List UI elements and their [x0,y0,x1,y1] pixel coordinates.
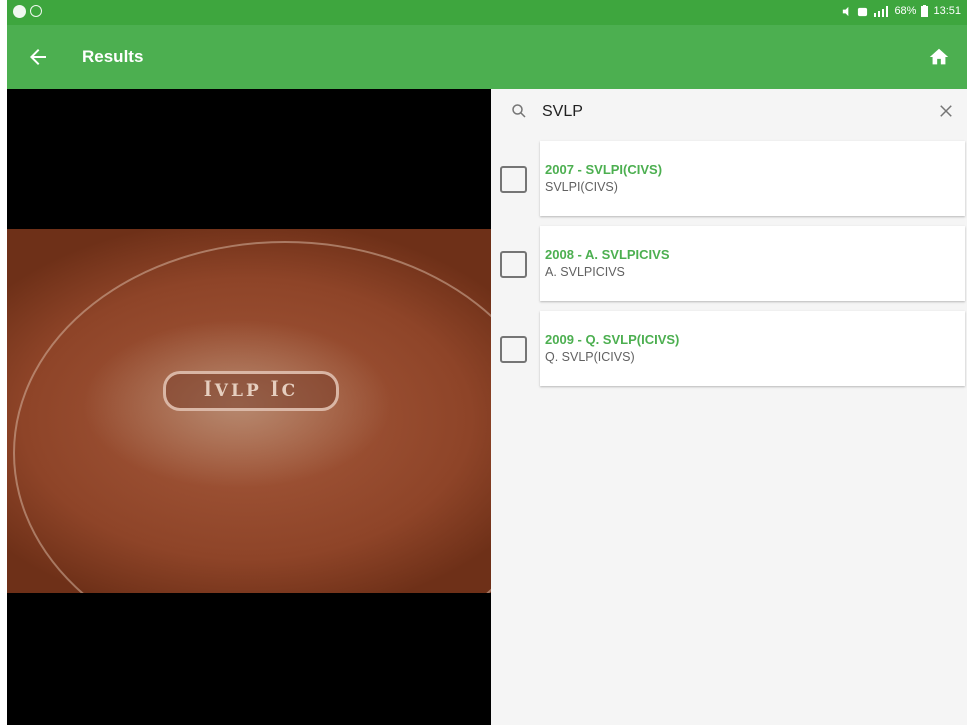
result-checkbox[interactable] [500,166,527,193]
result-title: 2009 - Q. SVLP(ICIVS) [545,332,680,347]
result-checkbox[interactable] [500,251,527,278]
photo-viewer: ꟾVLP ꟾC [7,89,491,725]
close-icon[interactable] [937,102,955,120]
list-item: 2009 - Q. SVLP(ICIVS) Q. SVLP(ICIVS) [491,311,967,387]
arrow-left-icon[interactable] [26,45,50,69]
result-card[interactable]: 2009 - Q. SVLP(ICIVS) Q. SVLP(ICIVS) [540,311,965,386]
result-subtitle: A. SVLPICIVS [545,265,625,279]
status-left-icons [13,5,42,18]
page-title: Results [82,47,144,66]
mute-icon [843,6,849,16]
result-card[interactable]: 2008 - A. SVLPICIVS A. SVLPICIVS [540,226,965,301]
search-icon [512,104,526,118]
result-checkbox[interactable] [500,336,527,363]
result-title: 2008 - A. SVLPICIVS [545,247,670,262]
list-item: 2007 - SVLPI(CIVS) SVLPI(CIVS) [491,141,967,217]
list-item: 2008 - A. SVLPICIVS A. SVLPICIVS [491,226,967,302]
sync-icon [30,5,42,17]
signal-icon [874,5,889,17]
status-right-icons: 68% 13:51 [841,5,961,17]
sherd-photo: ꟾVLP ꟾC [7,229,491,593]
alarm-icon [858,7,868,16]
home-icon[interactable] [928,46,950,68]
search-input[interactable] [542,100,902,124]
status-bar: 68% 13:51 [7,0,967,25]
notification-icon [13,5,26,18]
result-card[interactable]: 2007 - SVLPI(CIVS) SVLPI(CIVS) [540,141,965,216]
potter-stamp-image: ꟾVLP ꟾC [163,371,339,411]
result-subtitle: SVLPI(CIVS) [545,180,618,194]
search-bar [491,89,967,135]
clock: 13:51 [933,5,961,17]
plate-rim [13,241,491,593]
results-panel: 2007 - SVLPI(CIVS) SVLPI(CIVS) 2008 - A.… [491,89,967,725]
battery-percent: 68% [894,5,917,17]
result-title: 2007 - SVLPI(CIVS) [545,162,663,177]
app-bar: Results [7,25,967,89]
stamp-impression: ꟾVLP ꟾC [203,381,299,401]
app-window: 68% 13:51 Results ꟾVLP ꟾC SVLP 2007 - SV… [7,0,967,725]
result-subtitle: Q. SVLP(ICIVS) [545,350,635,364]
battery-icon [921,5,929,17]
